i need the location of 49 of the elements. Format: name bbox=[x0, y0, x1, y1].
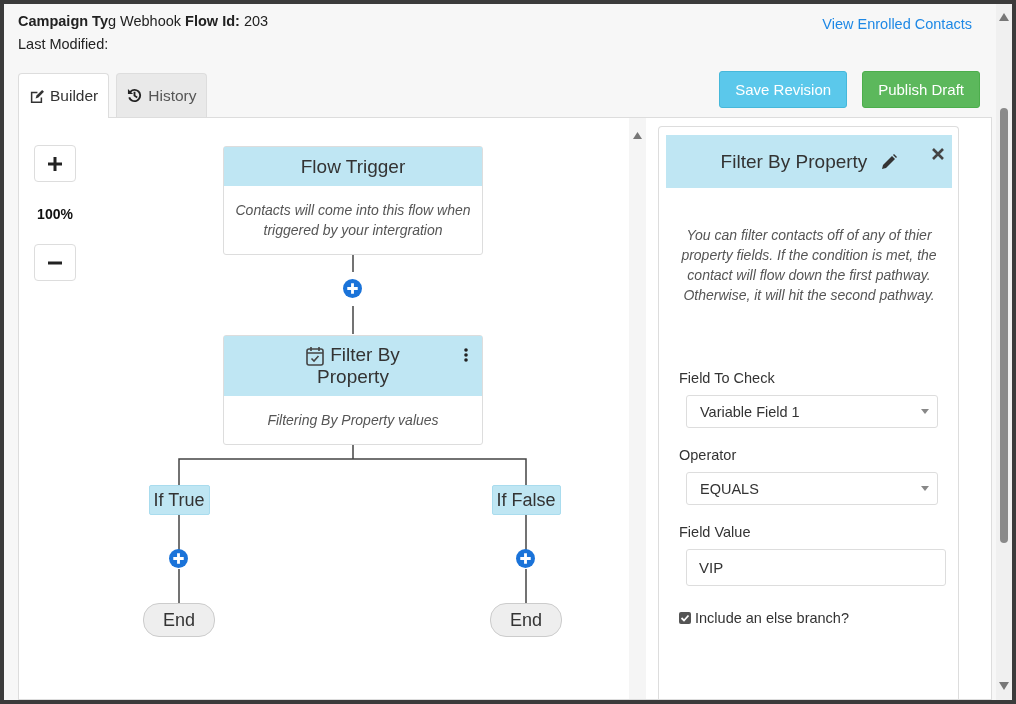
checkbox[interactable] bbox=[679, 612, 691, 624]
edit-icon bbox=[29, 88, 44, 104]
panel-title: Filter By Property bbox=[720, 150, 868, 173]
zoom-level-text: 100% bbox=[36, 206, 74, 222]
scroll-down-icon[interactable] bbox=[999, 682, 1009, 690]
zoom-out-button[interactable] bbox=[34, 244, 76, 281]
connector-line bbox=[178, 514, 180, 551]
field-label: Field To Check bbox=[679, 370, 776, 386]
connector-line bbox=[178, 568, 180, 604]
history-icon bbox=[127, 88, 143, 103]
node-description: Filtering By Property values bbox=[266, 411, 440, 430]
view-enrolled-contacts-link[interactable]: View Enrolled Contacts bbox=[822, 16, 972, 32]
node-title: Filter By Property bbox=[317, 344, 400, 387]
flow-node-card[interactable]: Filter By Property Filtering By Property values bbox=[223, 335, 483, 445]
add-step-icon[interactable] bbox=[343, 279, 362, 298]
field-label: Operator bbox=[679, 447, 738, 463]
branch-label: If True bbox=[148, 485, 210, 515]
dropdown-caret-icon bbox=[921, 486, 929, 491]
tab[interactable]: History bbox=[116, 73, 208, 117]
more-options-icon[interactable] bbox=[464, 348, 468, 362]
scrollbar-thumb[interactable] bbox=[1000, 108, 1008, 543]
node-title: Flow Trigger bbox=[300, 155, 406, 177]
end-node: End bbox=[490, 603, 562, 637]
flow-node-card[interactable]: Flow Trigger Contacts will come into this flow when triggered by your intergration bbox=[223, 146, 483, 255]
dropdown[interactable]: EQUALS bbox=[686, 472, 938, 505]
close-icon[interactable] bbox=[932, 148, 944, 160]
plus-icon bbox=[48, 156, 62, 171]
dropdown-caret-icon bbox=[921, 409, 929, 414]
scroll-up-icon[interactable] bbox=[633, 132, 642, 139]
pencil-icon[interactable] bbox=[881, 153, 898, 170]
field-label: Field Value bbox=[679, 524, 752, 540]
zoom-in-button[interactable] bbox=[34, 145, 76, 182]
calendar-check-icon bbox=[306, 346, 325, 366]
checkbox-label: Include an else branch? bbox=[695, 610, 849, 626]
add-step-icon[interactable] bbox=[516, 549, 535, 568]
node-description: Contacts will come into this flow when triggered by your intergration bbox=[234, 201, 472, 240]
branch-label: If False bbox=[491, 485, 561, 515]
tab[interactable]: Builder bbox=[18, 73, 110, 118]
input-field[interactable]: VIP bbox=[686, 549, 946, 586]
end-node: End bbox=[143, 603, 215, 637]
connector-line bbox=[352, 305, 354, 335]
campaign-info-text: Campaign Tyg Webhook Flow Id: 203 bbox=[18, 12, 269, 30]
last-modified-label: Last Modified: bbox=[18, 35, 110, 53]
add-step-icon[interactable] bbox=[169, 549, 188, 568]
connector-line bbox=[525, 514, 527, 551]
connector-line bbox=[525, 568, 527, 604]
dropdown[interactable]: Variable Field 1 bbox=[686, 395, 938, 428]
scroll-up-icon[interactable] bbox=[999, 13, 1009, 21]
panel-description: You can filter contacts off of any of thier property fields. If the condition is met, the contact will flow down the first pathway. Otherwise, it will hit the second pathway. bbox=[680, 226, 938, 305]
